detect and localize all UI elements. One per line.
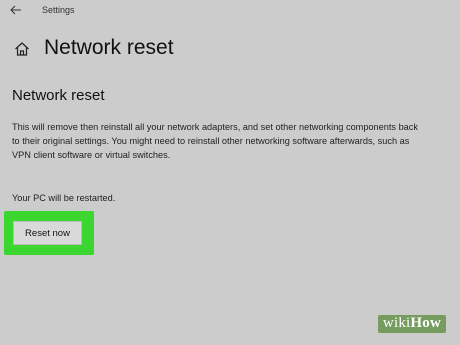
title-bar: Settings [0,0,460,22]
reset-now-button[interactable]: Reset now [13,221,82,245]
back-arrow-icon[interactable] [9,3,23,17]
watermark-prefix: wiki [382,315,411,331]
reset-description: This will remove then reinstall all your… [12,122,418,160]
home-icon[interactable] [14,41,30,57]
wikihow-watermark: wikiHow [377,315,446,333]
section-title: Network reset [12,87,105,104]
window-title: Settings [42,5,75,15]
restart-note: Your PC will be restarted. [12,193,116,203]
page-title: Network reset [44,36,174,59]
watermark-suffix: How [410,315,441,331]
